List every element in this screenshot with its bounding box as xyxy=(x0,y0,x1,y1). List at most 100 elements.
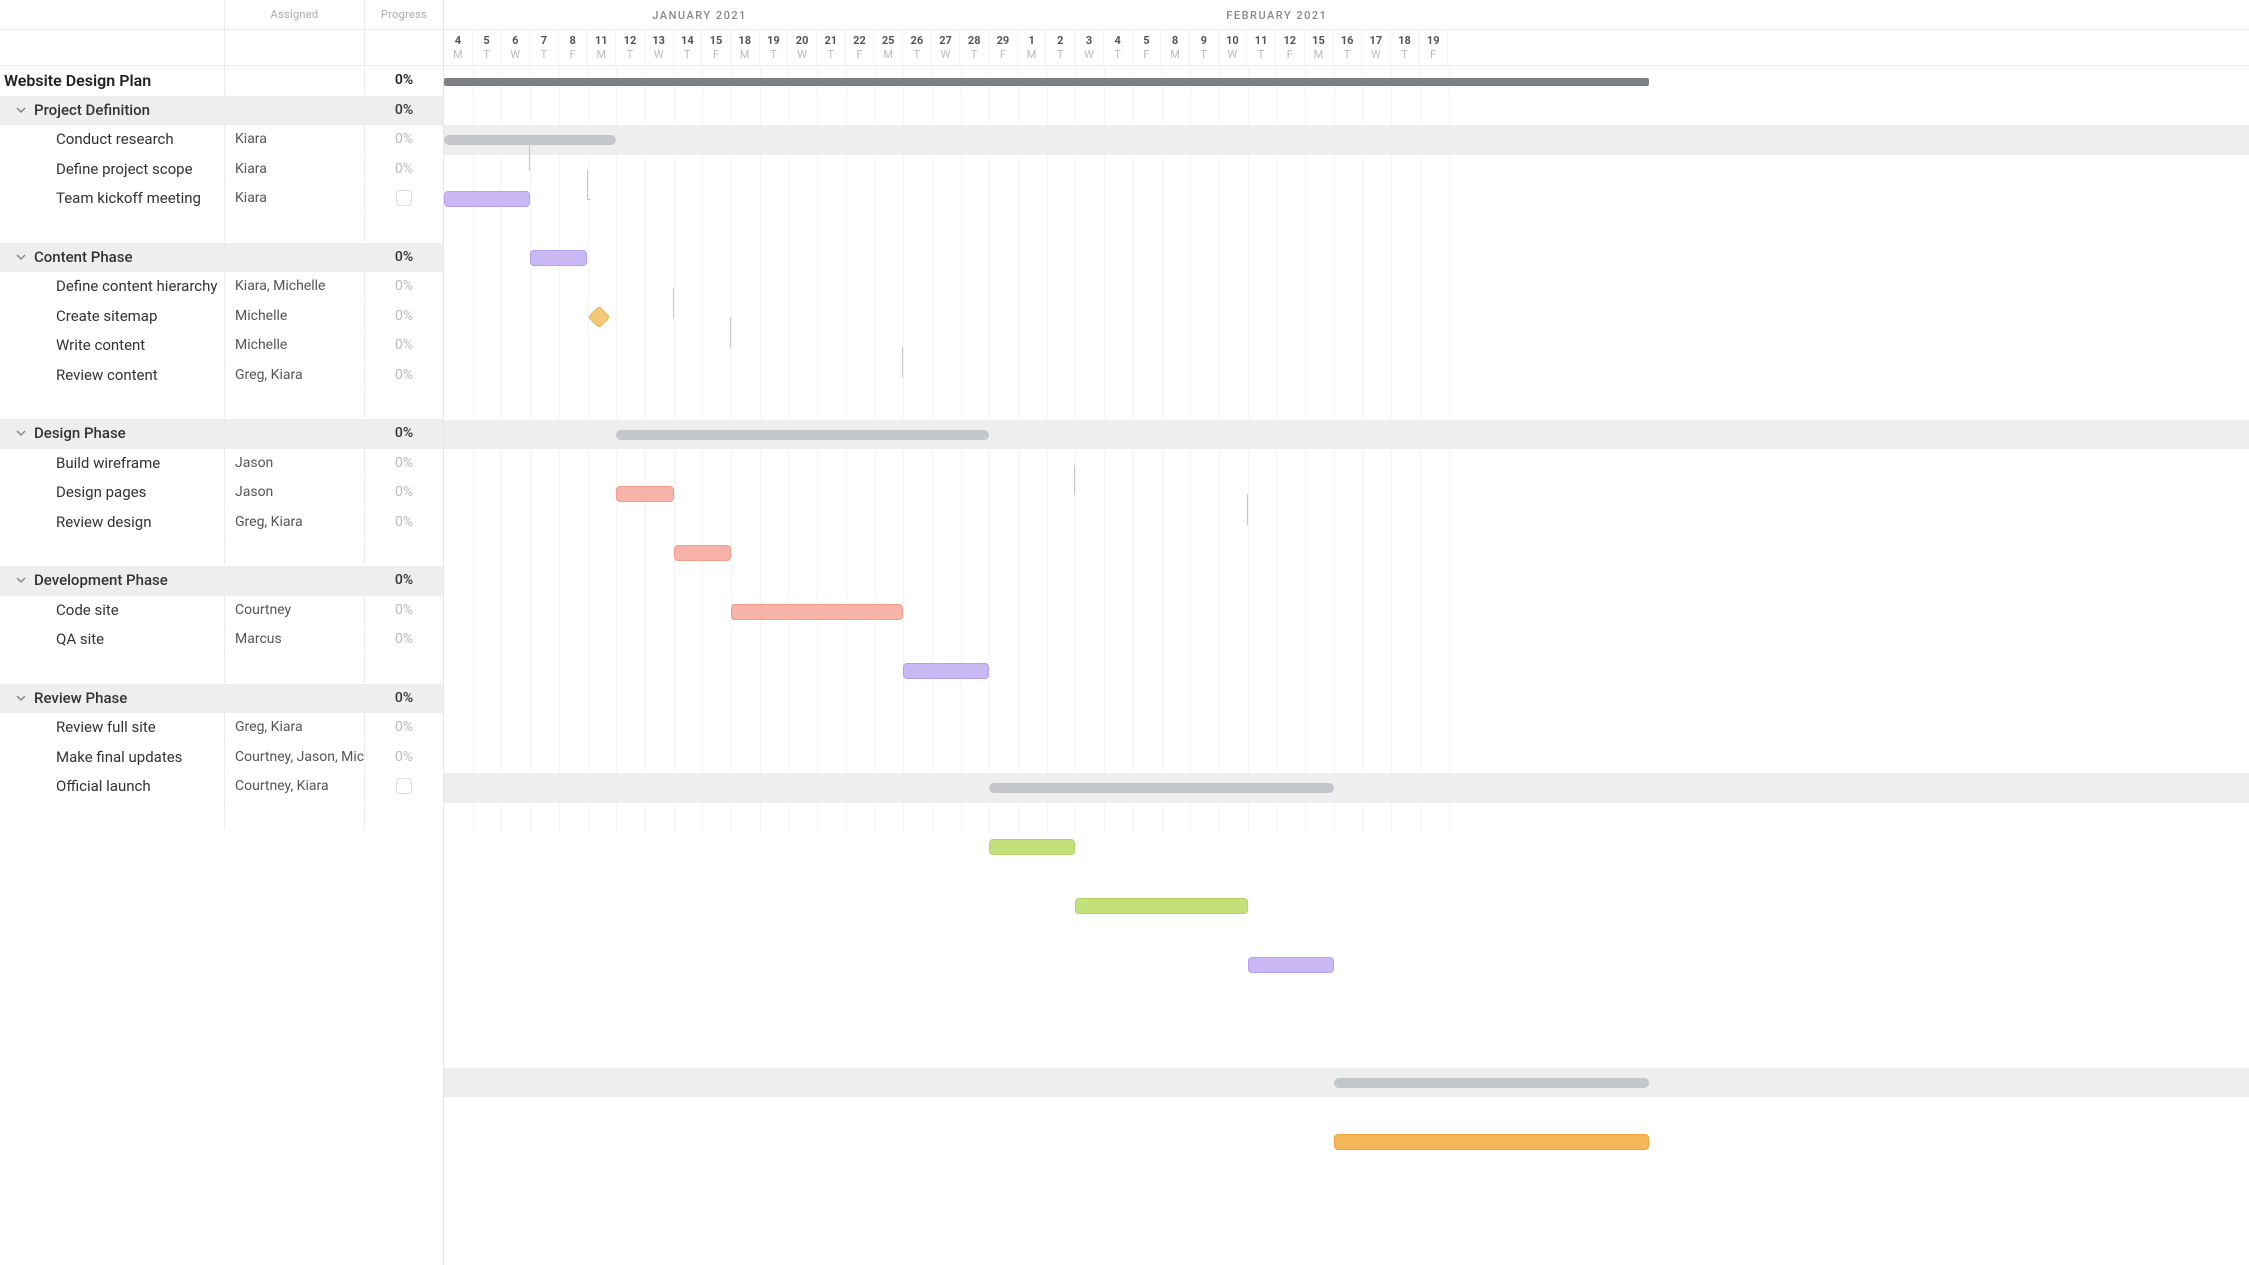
progress-cell[interactable]: 0% xyxy=(365,566,443,595)
timeline-pane[interactable]: JANUARY 2021FEBRUARY 2021 4M5T6W7T8F11M1… xyxy=(444,0,2249,1265)
task-bar[interactable] xyxy=(616,486,673,502)
task-name-cell[interactable]: Conduct research xyxy=(0,125,225,154)
progress-cell[interactable]: 0% xyxy=(365,713,443,742)
day-column-header[interactable]: 8M xyxy=(1161,30,1190,65)
day-column-header[interactable]: 2T xyxy=(1046,30,1075,65)
day-column-header[interactable]: 9T xyxy=(1190,30,1219,65)
assigned-cell[interactable] xyxy=(225,419,365,448)
task-name-cell[interactable]: Write content xyxy=(0,331,225,360)
collapse-toggle-icon[interactable] xyxy=(16,693,26,703)
progress-cell[interactable]: 0% xyxy=(365,419,443,448)
day-column-header[interactable]: 3W xyxy=(1075,30,1104,65)
day-column-header[interactable]: 20W xyxy=(788,30,817,65)
task-name-cell[interactable]: Development Phase xyxy=(0,566,225,595)
task-bar[interactable] xyxy=(444,191,530,207)
milestone-checkbox[interactable] xyxy=(396,778,412,794)
group-row[interactable]: Review Phase 0% xyxy=(0,684,443,714)
day-column-header[interactable]: 11M xyxy=(587,30,616,65)
progress-cell[interactable]: 0% xyxy=(365,66,443,95)
group-summary-bar[interactable] xyxy=(444,135,616,145)
collapse-toggle-icon[interactable] xyxy=(16,428,26,438)
group-row[interactable]: Content Phase0% xyxy=(0,243,443,273)
assigned-cell[interactable]: Kiara xyxy=(225,155,365,184)
task-row[interactable]: Design pagesJason0% xyxy=(0,478,443,508)
progress-cell[interactable]: 0% xyxy=(365,302,443,331)
day-column-header[interactable]: 18M xyxy=(731,30,760,65)
progress-cell[interactable]: 0% xyxy=(365,155,443,184)
group-row[interactable]: Development Phase 0% xyxy=(0,566,443,596)
task-row[interactable]: Write contentMichelle0% xyxy=(0,331,443,361)
task-name-cell[interactable]: Review Phase xyxy=(0,684,225,713)
task-row[interactable]: Conduct researchKiara0% xyxy=(0,125,443,155)
day-column-header[interactable]: 25M xyxy=(874,30,903,65)
day-column-header[interactable]: 5F xyxy=(1133,30,1162,65)
assigned-cell[interactable]: Michelle xyxy=(225,302,365,331)
assigned-cell[interactable]: Kiara, Michelle xyxy=(225,272,365,301)
assigned-cell[interactable]: Courtney, Kiara xyxy=(225,772,365,801)
task-bar[interactable] xyxy=(674,545,731,561)
progress-cell[interactable] xyxy=(365,772,443,801)
project-summary-bar[interactable] xyxy=(444,78,1649,86)
day-column-header[interactable]: 8F xyxy=(559,30,588,65)
day-column-header[interactable]: 5T xyxy=(473,30,502,65)
task-name-cell[interactable]: Build wireframe xyxy=(0,449,225,478)
assigned-cell[interactable]: Greg, Kiara xyxy=(225,713,365,742)
day-column-header[interactable]: 15F xyxy=(702,30,731,65)
group-summary-bar[interactable] xyxy=(1334,1078,1650,1088)
task-row[interactable]: Team kickoff meetingKiara xyxy=(0,184,443,214)
task-bar[interactable] xyxy=(903,663,989,679)
task-name-cell[interactable]: Design pages xyxy=(0,478,225,507)
task-bar[interactable] xyxy=(731,604,903,620)
task-bar[interactable] xyxy=(1248,957,1334,973)
task-row[interactable]: Define project scopeKiara0% xyxy=(0,155,443,185)
assigned-cell[interactable]: Marcus xyxy=(225,625,365,654)
day-column-header[interactable]: 6W xyxy=(501,30,530,65)
day-column-header[interactable]: 19F xyxy=(1419,30,1448,65)
assigned-cell[interactable]: Courtney xyxy=(225,596,365,625)
progress-cell[interactable]: 0% xyxy=(365,625,443,654)
day-column-header[interactable]: 28T xyxy=(960,30,989,65)
group-summary-bar[interactable] xyxy=(616,430,989,440)
assigned-cell[interactable] xyxy=(225,566,365,595)
task-row[interactable]: Code siteCourtney0% xyxy=(0,596,443,626)
task-name-cell[interactable]: Official launch xyxy=(0,772,225,801)
collapse-toggle-icon[interactable] xyxy=(16,575,26,585)
task-row[interactable]: Build wireframeJason0% xyxy=(0,449,443,479)
task-row[interactable]: Review designGreg, Kiara0% xyxy=(0,508,443,538)
milestone-diamond[interactable] xyxy=(588,306,611,329)
column-header-assigned[interactable]: Assigned xyxy=(225,0,365,29)
task-name-cell[interactable]: Review full site xyxy=(0,713,225,742)
day-column-header[interactable]: 1M xyxy=(1018,30,1047,65)
day-column-header[interactable]: 17W xyxy=(1362,30,1391,65)
assigned-cell[interactable] xyxy=(225,96,365,125)
day-column-header[interactable]: 11T xyxy=(1247,30,1276,65)
progress-cell[interactable]: 0% xyxy=(365,125,443,154)
day-column-header[interactable]: 22F xyxy=(846,30,875,65)
progress-cell[interactable]: 0% xyxy=(365,478,443,507)
progress-cell[interactable]: 0% xyxy=(365,684,443,713)
task-name-cell[interactable]: Make final updates xyxy=(0,743,225,772)
progress-cell[interactable]: 0% xyxy=(365,361,443,390)
progress-cell[interactable]: 0% xyxy=(365,243,443,272)
assigned-cell[interactable]: Courtney, Jason, Michelle xyxy=(225,743,365,772)
group-summary-bar[interactable] xyxy=(989,783,1333,793)
task-name-cell[interactable]: Project Definition xyxy=(0,96,225,125)
task-bar[interactable] xyxy=(530,250,587,266)
day-column-header[interactable]: 29F xyxy=(989,30,1018,65)
task-row[interactable]: Define content hierarchyKiara, Michelle0… xyxy=(0,272,443,302)
task-name-cell[interactable]: Code site xyxy=(0,596,225,625)
task-name-cell[interactable]: Website Design Plan xyxy=(0,66,225,95)
column-header-progress[interactable]: Progress xyxy=(365,0,443,29)
task-bar[interactable] xyxy=(989,839,1075,855)
group-row[interactable]: Design Phase 0% xyxy=(0,419,443,449)
timeline-chart[interactable] xyxy=(444,66,2249,833)
task-row[interactable]: Create sitemapMichelle0% xyxy=(0,302,443,332)
task-name-cell[interactable]: Design Phase xyxy=(0,419,225,448)
task-bar[interactable] xyxy=(1075,898,1247,914)
progress-cell[interactable]: 0% xyxy=(365,743,443,772)
progress-cell[interactable]: 0% xyxy=(365,331,443,360)
task-name-cell[interactable]: QA site xyxy=(0,625,225,654)
day-column-header[interactable]: 12T xyxy=(616,30,645,65)
assigned-cell[interactable]: Jason xyxy=(225,478,365,507)
day-column-header[interactable]: 15M xyxy=(1305,30,1334,65)
